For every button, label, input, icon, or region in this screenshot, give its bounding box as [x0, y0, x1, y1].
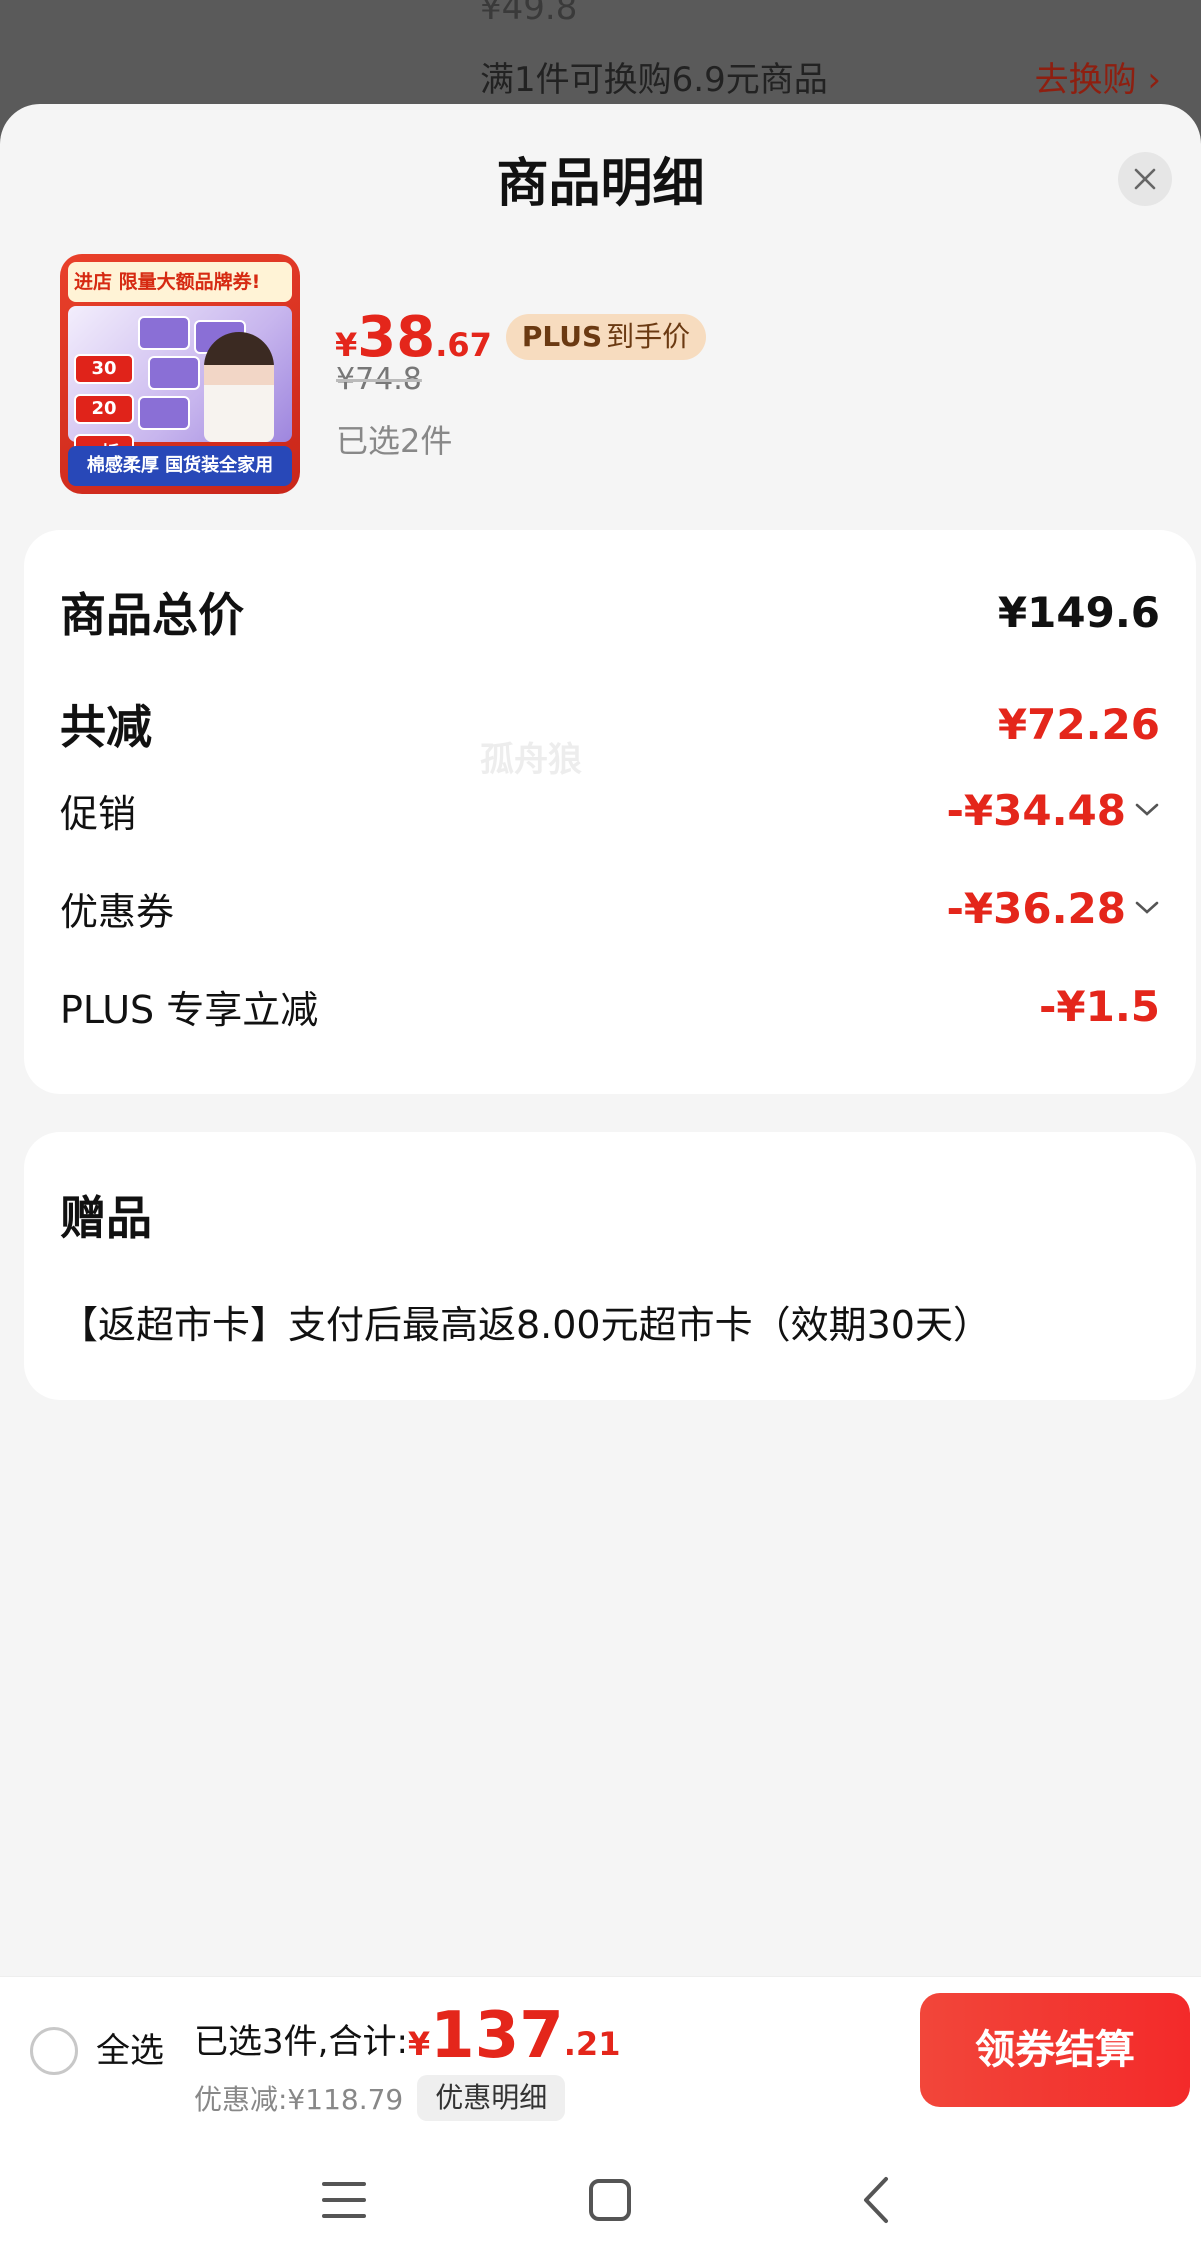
watermark: 孤舟狼: [480, 740, 582, 780]
summary-row-plus: PLUS 专享立减 -¥1.5: [60, 976, 1160, 1036]
summary-row-reduce: 共减 ¥72.26: [60, 694, 1160, 755]
gift-title: 赠品: [60, 1191, 152, 1245]
discount-detail-button[interactable]: 优惠明细: [417, 2075, 566, 2121]
summary-row-coupon[interactable]: 优惠券 -¥36.28: [60, 878, 1160, 938]
product-price: ¥ 38 .67 PLUS 到手价: [335, 290, 707, 370]
checkout-button[interactable]: 领券结算: [920, 1993, 1190, 2107]
home-icon: [589, 2179, 631, 2221]
select-all-label[interactable]: 全选: [96, 2027, 164, 2075]
gift-card: 赠品 【返超市卡】支付后最高返8.00元超市卡（效期30天）: [24, 1132, 1196, 1400]
background-offer-text: 满1件可换购6.9元商品: [480, 60, 828, 100]
price-summary-card: 商品总价 ¥149.6 共减 ¥72.26 促销 -¥34.48 优惠券 -¥3…: [24, 530, 1196, 1094]
summary-row-promotion[interactable]: 促销 -¥34.48: [60, 780, 1160, 840]
select-all-checkbox[interactable]: [30, 2027, 78, 2075]
discount-amount: 优惠减:¥118.79: [194, 2083, 404, 2116]
total-value: ¥149.6: [997, 587, 1160, 637]
home-button[interactable]: [580, 2170, 640, 2230]
reduce-label: 共减: [60, 700, 152, 754]
promotion-value: -¥34.48: [946, 785, 1126, 835]
total-decimal: .21: [563, 2025, 621, 2063]
product-image-footer: 棉感柔厚 国货装全家用: [68, 446, 292, 486]
tissue-pack-shape: [138, 316, 190, 350]
close-button[interactable]: [1118, 152, 1172, 206]
product-image-tag: 20: [74, 394, 134, 424]
plus-discount-value: -¥1.5: [1038, 981, 1160, 1031]
plus-discount-label: PLUS 专享立减: [60, 987, 319, 1032]
tissue-pack-shape: [148, 356, 200, 390]
total-label: 商品总价: [60, 588, 244, 642]
product-image-tag: 30: [74, 354, 134, 384]
cart-total: 已选3件,合计: ¥ 137 .21: [194, 2001, 620, 2071]
back-button[interactable]: [846, 2170, 906, 2230]
selected-count: 已选2件: [336, 422, 453, 460]
close-icon: [1134, 168, 1156, 190]
product-image[interactable]: 进店 限量大额品牌券! 30 20 6折 棉感柔厚 国货装全家用: [60, 254, 300, 494]
promotion-label: 促销: [60, 791, 137, 836]
plus-badge-suffix: 到手价: [606, 320, 691, 353]
menu-button[interactable]: [314, 2170, 374, 2230]
total-prefix: 已选3件,合计:: [194, 2022, 408, 2062]
gift-description: 【返超市卡】支付后最高返8.00元超市卡（效期30天）: [60, 1303, 991, 1347]
coupon-value: -¥36.28: [946, 883, 1126, 933]
reduce-value: ¥72.26: [997, 699, 1160, 749]
promotion-value-wrap[interactable]: -¥34.48: [946, 786, 1160, 835]
back-icon: [864, 2177, 888, 2223]
price-decimal: .67: [435, 326, 492, 364]
menu-icon: [322, 2182, 366, 2218]
original-price: ¥74.8: [336, 362, 422, 397]
price-integer: 38: [357, 305, 436, 370]
sheet-title: 商品明细: [496, 154, 705, 214]
tissue-pack-shape: [138, 396, 190, 430]
coupon-value-wrap[interactable]: -¥36.28: [946, 884, 1160, 933]
product-detail-sheet: 商品明细 进店 限量大额品牌券! 30 20 6折 棉感柔厚 国货装全家用 ¥ …: [0, 104, 1201, 2265]
model-figure: [204, 332, 274, 442]
product-image-banner: 进店 限量大额品牌券!: [68, 262, 292, 302]
chevron-down-icon: [1134, 802, 1160, 818]
background-offer-link: 去换购 ›: [1034, 60, 1161, 100]
chevron-down-icon: [1134, 900, 1160, 916]
plus-badge-label: PLUS: [521, 320, 603, 353]
background-price: ¥49.8: [480, 0, 578, 28]
total-currency: ¥: [407, 2025, 431, 2063]
system-nav-bar: [0, 2126, 1201, 2265]
checkout-bar: 全选 已选3件,合计: ¥ 137 .21 优惠减:¥118.79 优惠明细 领…: [0, 1976, 1201, 2126]
plus-price-badge: PLUS 到手价: [505, 314, 707, 360]
total-integer: 137: [430, 1999, 564, 2073]
summary-row-total: 商品总价 ¥149.6: [60, 582, 1160, 643]
coupon-label: 优惠券: [60, 889, 175, 934]
discount-line: 优惠减:¥118.79 优惠明细: [194, 2075, 566, 2121]
price-currency: ¥: [335, 326, 358, 364]
